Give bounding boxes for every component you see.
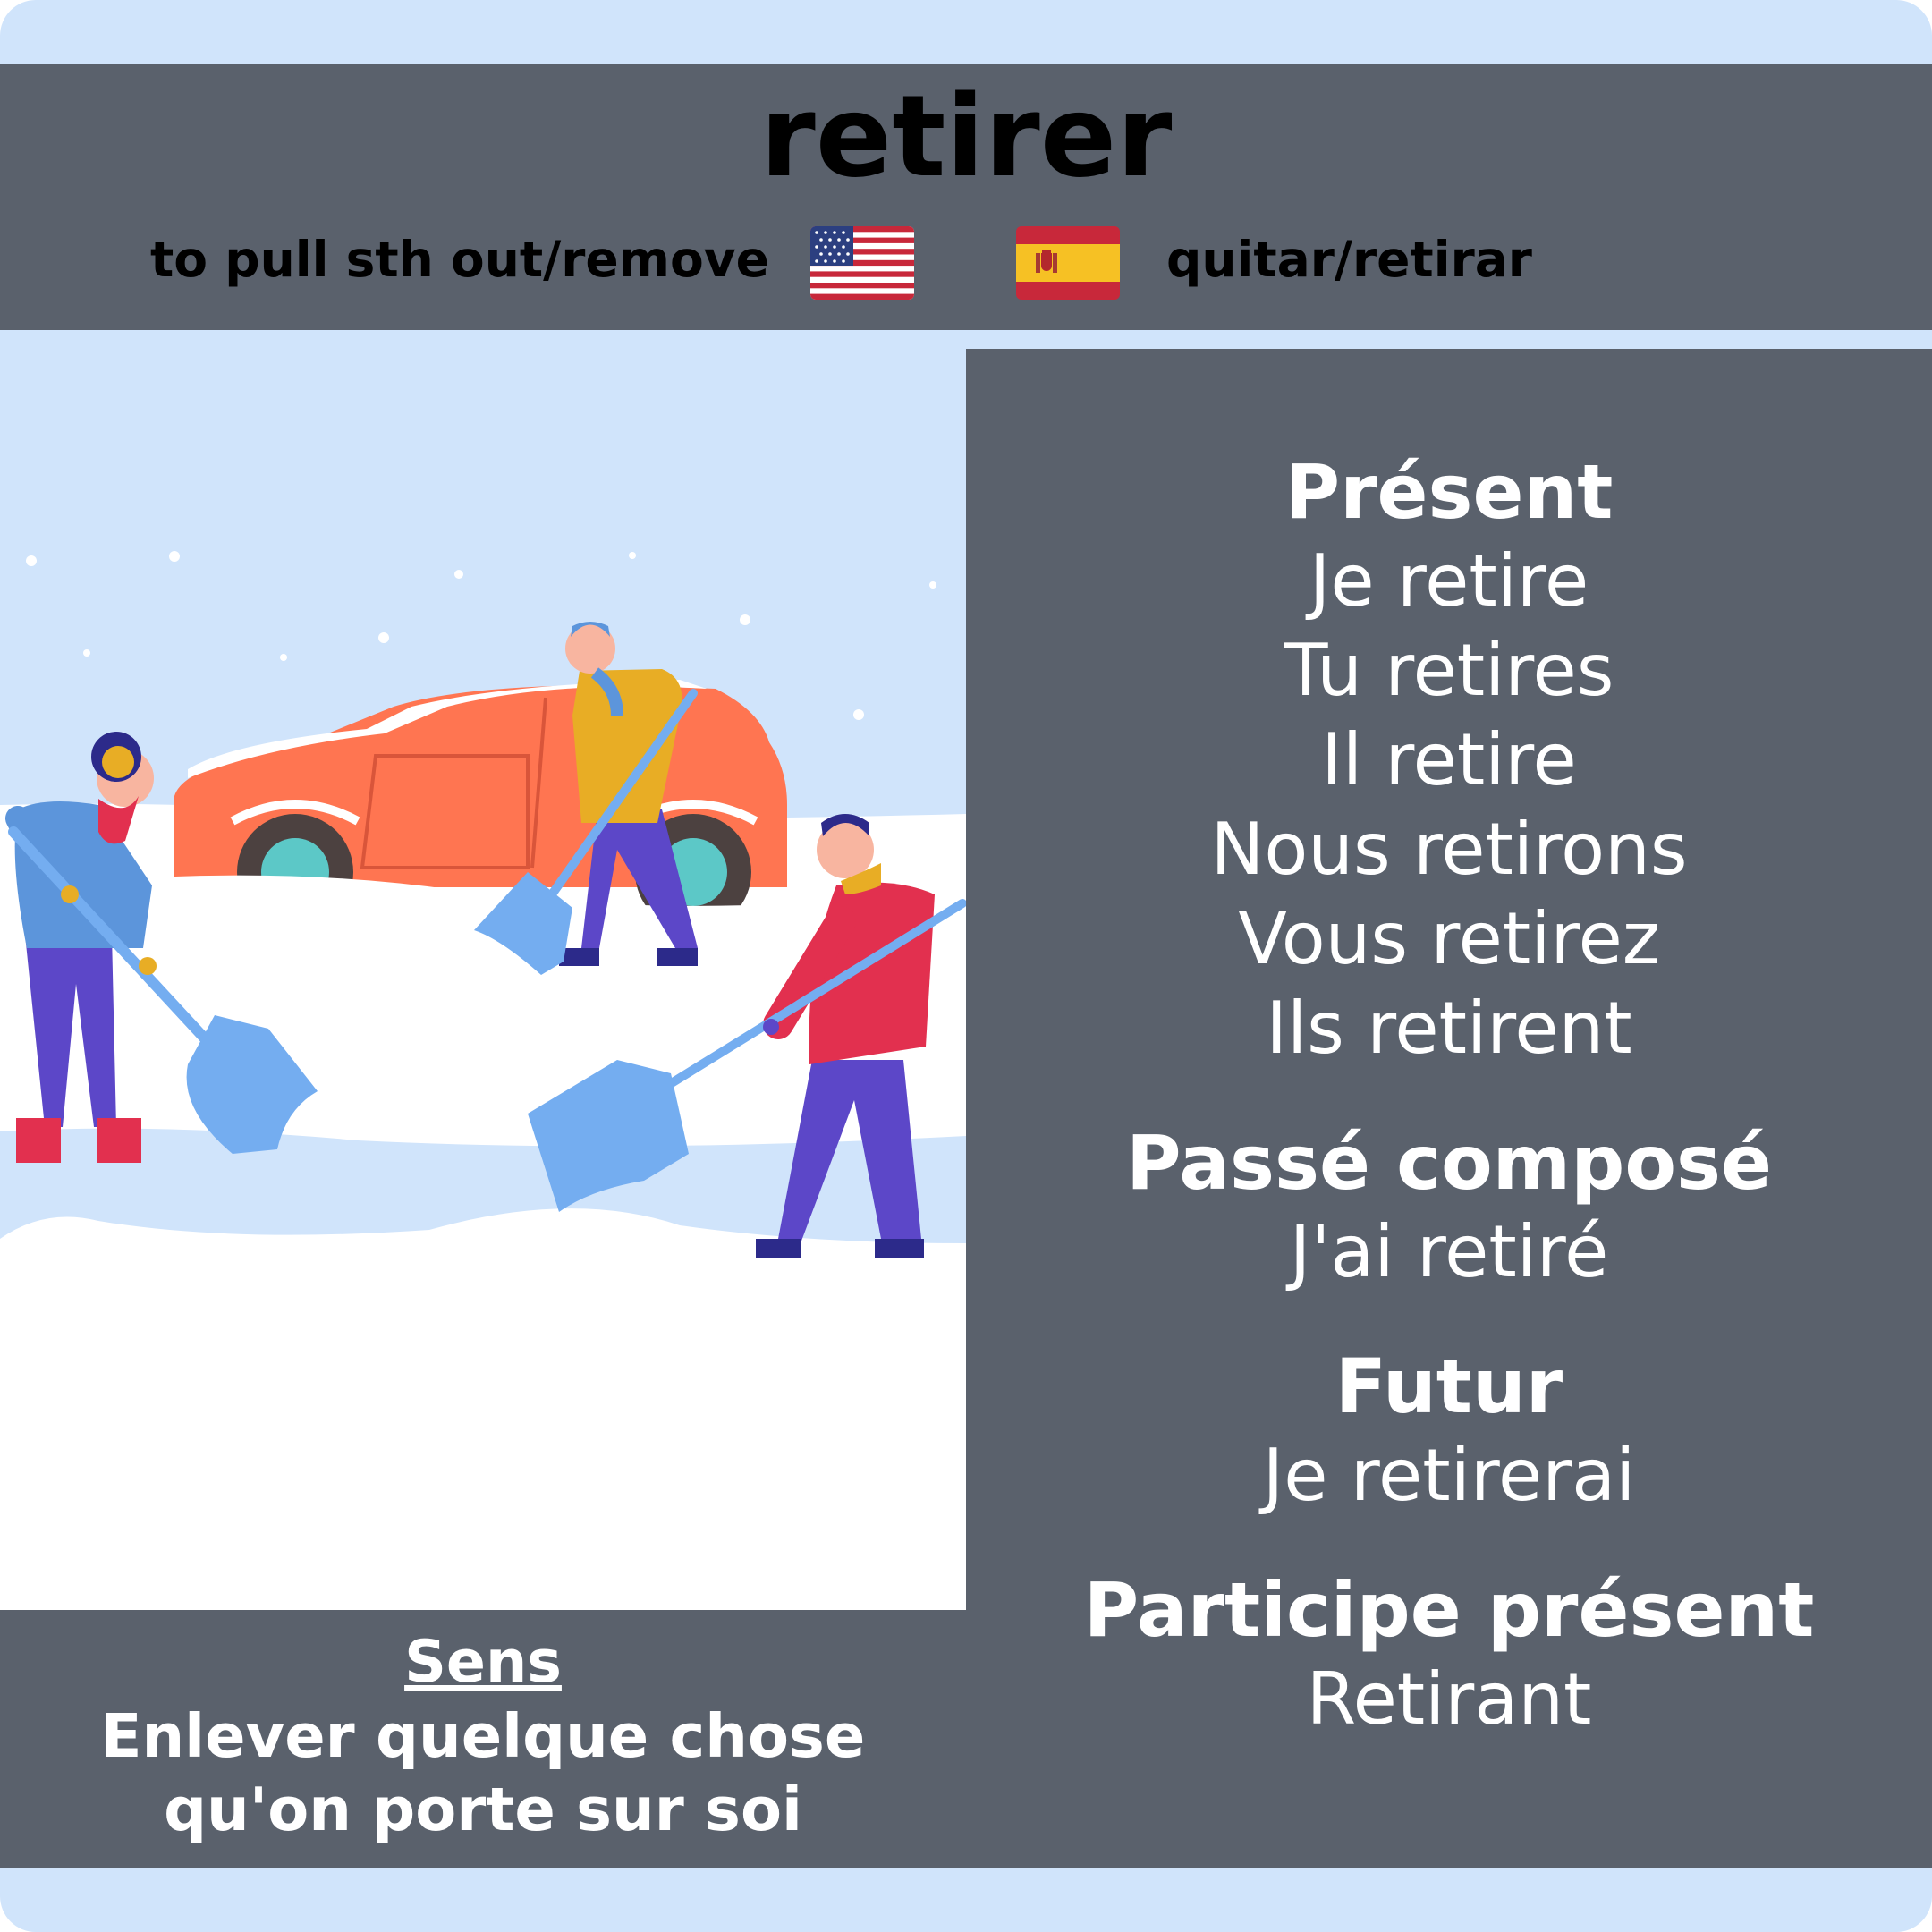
conjugation-form: Je retirerai [1262, 1434, 1636, 1517]
english-translation: to pull sth out/remove [150, 231, 769, 288]
conjugation-form: Ils retirent [1266, 987, 1632, 1070]
conjugation-form: J'ai retiré [1289, 1210, 1609, 1293]
spain-flag-icon [1016, 226, 1120, 300]
conjugation-panel: Présent Je retire Tu retires Il retire N… [966, 349, 1932, 1868]
conjugation-form: Je retire [1309, 539, 1589, 623]
illustration-snow-shovelling [0, 330, 966, 1610]
tense-label: Futur [1335, 1343, 1563, 1430]
conjugation-form: Retirant [1306, 1657, 1592, 1741]
flashcard: retirer to pull sth out/remove quitar/re… [0, 0, 1932, 1932]
us-flag-icon [810, 226, 914, 300]
tense-label: Passé composé [1125, 1119, 1773, 1207]
spanish-translation: quitar/retirar [1166, 231, 1532, 288]
verb-title: retirer [759, 71, 1173, 202]
tense-participe-present: Participe présent Retirant [966, 1565, 1932, 1744]
conjugation-form: Nous retirons [1210, 808, 1688, 891]
conjugation-form: Il retire [1321, 718, 1577, 801]
meaning-line: qu'on porte sur soi [164, 1775, 802, 1844]
conjugation-form: Vous retirez [1238, 897, 1660, 980]
meaning-line: Enlever quelque chose [100, 1701, 866, 1771]
tense-label: Participe présent [1083, 1566, 1815, 1654]
tense-futur: Futur Je retirerai [966, 1342, 1932, 1521]
meaning-box: Sens Enlever quelque chose qu'on porte s… [0, 1610, 966, 1868]
tense-passe-compose: Passé composé J'ai retiré [966, 1118, 1932, 1297]
tense-label: Présent [1284, 448, 1614, 536]
meaning-title: Sens [404, 1629, 562, 1696]
conjugation-form: Tu retires [1284, 629, 1614, 712]
tense-present: Présent Je retire Tu retires Il retire N… [966, 447, 1932, 1073]
